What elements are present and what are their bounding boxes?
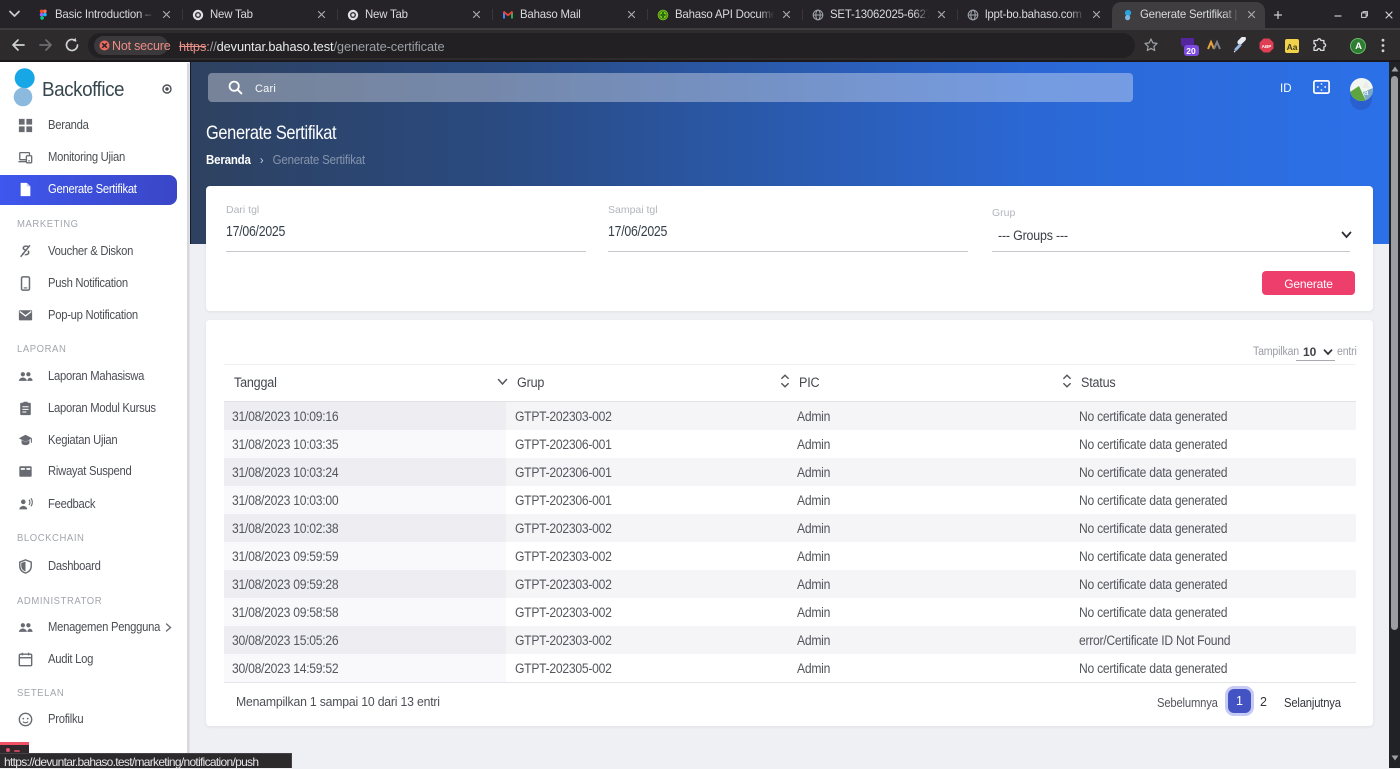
svg-text:ABP: ABP (1262, 44, 1272, 49)
